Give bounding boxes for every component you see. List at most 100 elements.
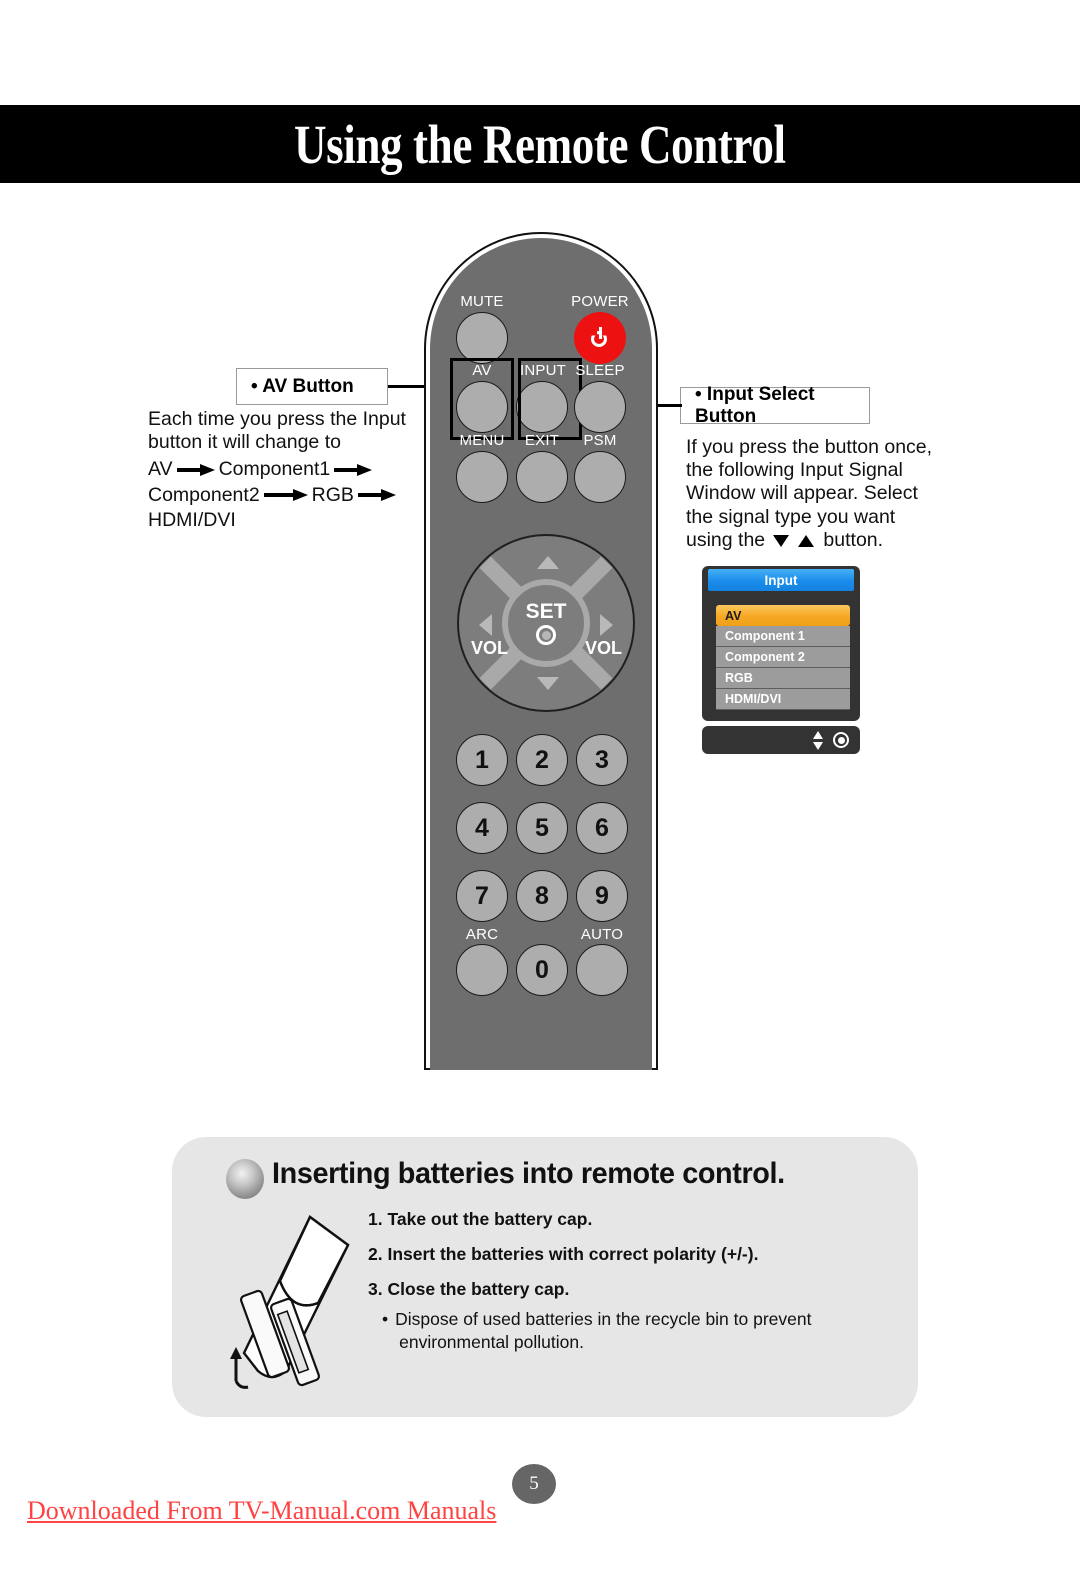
nav-down-icon[interactable] (537, 677, 559, 690)
battery-step-3: 3. Close the battery cap. (368, 1279, 570, 1299)
osd-row-label: AV (725, 608, 742, 623)
callout-input-select-title: • Input Select Button (680, 384, 870, 427)
osd-row-label: Component 2 (725, 650, 805, 664)
power-label: POWER (571, 293, 629, 310)
triangle-down-icon (772, 534, 789, 547)
osd-row-label: Component 1 (725, 629, 805, 643)
key-4[interactable]: 4 (456, 802, 508, 854)
callout-input-line3: Window will appear. Select (686, 482, 918, 505)
arc-button[interactable] (456, 944, 508, 996)
osd-row-hdmi-dvi[interactable]: HDMI/DVI (716, 689, 850, 710)
osd-row-av[interactable]: AV (716, 605, 850, 626)
key-0[interactable]: 0 (516, 944, 568, 996)
key-label: 5 (535, 813, 549, 842)
exit-button[interactable] (516, 451, 568, 503)
key-label: 1 (475, 745, 489, 774)
mute-label: MUTE (460, 293, 504, 310)
battery-note-line2: environmental pollution. (399, 1332, 584, 1353)
manual-page: Using the Remote Control • AV Button Eac… (0, 0, 1080, 1583)
psm-button[interactable] (574, 451, 626, 503)
callout-av-line1: Each time you press the Input (148, 408, 406, 430)
bullet-icon: • (382, 1309, 389, 1329)
callout-input-line1: If you press the button once, (686, 436, 933, 458)
set-label: SET (525, 600, 567, 623)
flow-item-av: AV (148, 458, 173, 481)
arrow-right-icon (176, 464, 215, 476)
callout-av-line2: button it will change to (148, 431, 341, 454)
power-button[interactable] (574, 312, 626, 364)
triangle-up-icon (798, 534, 814, 547)
flow-item-rgb: RGB (311, 483, 354, 506)
download-watermark: Downloaded From TV-Manual.com Manuals (27, 1496, 497, 1525)
battery-step-1: 1. Take out the battery cap. (368, 1209, 593, 1229)
arc-label: ARC (465, 926, 499, 943)
key-label: 9 (595, 881, 609, 910)
battery-steps: 1. Take out the battery cap. 2. Insert t… (368, 1209, 898, 1354)
flow-item-component1: Component1 (218, 458, 331, 481)
key-6[interactable]: 6 (576, 802, 628, 854)
battery-step-2: 2. Insert the batteries with correct pol… (368, 1244, 759, 1264)
power-icon (589, 327, 611, 349)
menu-label: MENU (459, 432, 505, 449)
nav-right-icon[interactable] (600, 614, 613, 636)
exit-label: EXIT (524, 432, 560, 449)
key-3[interactable]: 3 (576, 734, 628, 786)
callout-input-line4: the signal type you want (686, 505, 896, 528)
menu-button[interactable] (456, 451, 508, 503)
key-label: 7 (475, 881, 489, 910)
osd-row-component-1[interactable]: Component 1 (716, 626, 850, 647)
callout-av-button-title: • AV Button (236, 368, 388, 405)
key-1[interactable]: 1 (456, 734, 508, 786)
osd-footer-bar (702, 726, 860, 754)
av-highlight-box (450, 358, 514, 440)
key-9[interactable]: 9 (576, 870, 628, 922)
osd-input-list: AV Component 1 Component 2 RGB HDMI/DVI (716, 605, 850, 710)
set-ring-icon (536, 625, 556, 645)
callout-input-line5-prefix: using the (686, 528, 766, 551)
battery-note: • Dispose of used batteries in the recyc… (382, 1308, 898, 1354)
sleep-label: SLEEP (575, 362, 625, 379)
flow-item-hdmidvi: HDMI/DVI (148, 508, 236, 531)
callout-input-body: If you press the button once, the follow… (686, 436, 946, 552)
remote-control-illustration: MUTE POWER AV INPUT SLEEP MENU EXIT PSM (424, 232, 658, 1070)
osd-title-bar: Input (708, 569, 854, 591)
arrow-right-icon (334, 464, 373, 476)
vol-down-label: VOL (471, 638, 509, 658)
auto-button[interactable] (576, 944, 628, 996)
nav-up-icon[interactable] (537, 556, 559, 569)
key-label: 6 (595, 813, 609, 842)
osd-row-rgb[interactable]: RGB (716, 668, 850, 689)
key-label: 2 (535, 745, 549, 774)
callout-input-select-label: • Input Select Button (695, 383, 815, 427)
key-label: 8 (535, 881, 549, 910)
remote-battery-cap-diagram (214, 1203, 364, 1398)
psm-label: PSM (583, 432, 617, 449)
mute-button[interactable] (456, 312, 508, 364)
set-button[interactable]: SET (502, 579, 590, 667)
navigation-pad[interactable]: VOL VOL SET (457, 534, 635, 712)
key-8[interactable]: 8 (516, 870, 568, 922)
battery-heading: Inserting batteries into remote control. (272, 1157, 785, 1190)
key-7[interactable]: 7 (456, 870, 508, 922)
arrow-right-icon (263, 489, 308, 502)
osd-row-label: RGB (725, 671, 753, 685)
callout-input-line2: the following Input Signal (686, 459, 903, 482)
page-number-badge: 5 (512, 1464, 556, 1504)
key-label: 4 (475, 813, 489, 842)
arrow-right-icon (357, 489, 396, 502)
sleep-button[interactable] (574, 381, 626, 433)
key-label: 0 (535, 955, 549, 984)
key-label: 3 (595, 745, 609, 774)
page-title: Using the Remote Control (294, 113, 786, 175)
key-5[interactable]: 5 (516, 802, 568, 854)
osd-row-label: HDMI/DVI (725, 692, 782, 706)
battery-note-line1: Dispose of used batteries in the recycle… (395, 1309, 812, 1329)
nav-left-icon[interactable] (479, 614, 492, 636)
page-header-banner: Using the Remote Control (0, 105, 1080, 183)
osd-row-component-2[interactable]: Component 2 (716, 647, 850, 668)
vol-up-label: VOL (585, 638, 623, 658)
up-down-arrow-icon (813, 730, 824, 750)
auto-label: AUTO (580, 926, 624, 943)
key-2[interactable]: 2 (516, 734, 568, 786)
remote-body: MUTE POWER AV INPUT SLEEP MENU EXIT PSM (430, 238, 652, 1070)
